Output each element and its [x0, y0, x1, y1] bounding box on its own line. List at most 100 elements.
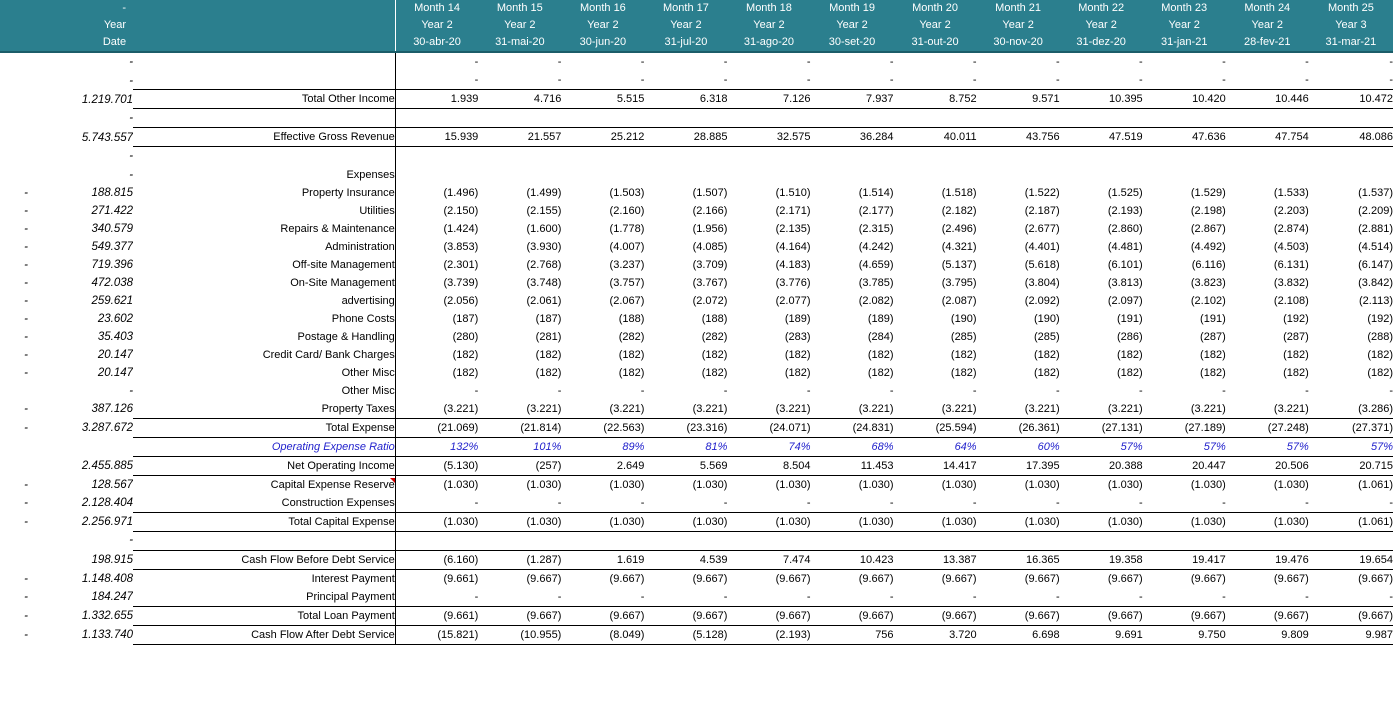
cell-value[interactable]: (1.030) — [727, 511, 811, 532]
table-row[interactable]: 2.455.885 Net Operating Income (5.130) (257… — [0, 455, 1393, 476]
row-year-total[interactable]: 20.147 — [28, 364, 133, 382]
cell-value[interactable]: (9.667) — [727, 569, 811, 588]
cell-value[interactable]: (2.082) — [811, 292, 894, 310]
header-month-8[interactable]: Month 21 — [976, 0, 1060, 17]
cell-value[interactable]: - — [894, 588, 977, 607]
cell-value[interactable]: (4.659) — [811, 256, 894, 274]
cell-value[interactable]: 20.715 — [1308, 455, 1393, 476]
cell-value[interactable]: 756 — [810, 624, 894, 645]
cell-value[interactable] — [727, 166, 810, 184]
cell-value[interactable]: (1.030) — [810, 511, 894, 532]
cell-value[interactable]: (2.135) — [727, 220, 811, 238]
cell-value[interactable]: (3.813) — [1060, 274, 1143, 292]
table-row[interactable]: -35.403 Postage & Handling (280) (281) (282)… — [0, 327, 1393, 346]
row-year-total[interactable]: 1.332.655 — [28, 606, 133, 625]
cell-value[interactable]: 21.557 — [478, 127, 562, 147]
cell-value[interactable]: (1.030) — [893, 511, 977, 532]
cell-value[interactable] — [1060, 109, 1143, 128]
row-year-total[interactable] — [28, 437, 133, 456]
cell-value[interactable] — [644, 166, 727, 184]
cell-value[interactable]: - — [1226, 71, 1309, 90]
cell-value[interactable]: (2.097) — [1060, 292, 1143, 310]
cell-value[interactable]: (2.155) — [478, 202, 562, 220]
cell-value[interactable]: 48.086 — [1308, 127, 1393, 147]
row-year-total[interactable]: 549.377 — [28, 238, 134, 256]
cell-value[interactable]: (5.128) — [644, 624, 728, 645]
cell-value[interactable]: 9.571 — [976, 89, 1060, 109]
table-row[interactable]: -387.126 Property Taxes (3.221) (3.221) (3.2… — [0, 399, 1393, 419]
cell-value[interactable]: (2.496) — [894, 220, 977, 238]
cell-value[interactable]: (22.563) — [561, 417, 645, 438]
cell-value[interactable]: (9.667) — [1309, 569, 1393, 588]
cell-value[interactable]: - — [1309, 588, 1393, 607]
cell-value[interactable]: - — [478, 71, 562, 90]
row-label[interactable]: Property Insurance — [133, 183, 396, 202]
table-row[interactable]: 1.219.701 Total Other Income 1.939 4.716 5.5… — [0, 89, 1393, 109]
cell-value[interactable]: - — [1309, 53, 1393, 71]
cell-value[interactable]: (3.221) — [811, 400, 894, 419]
cell-value[interactable]: (3.221) — [644, 400, 728, 419]
cell-value[interactable]: (3.221) — [977, 400, 1060, 419]
cell-value[interactable]: 13.387 — [893, 549, 977, 570]
cell-value[interactable]: 43.756 — [976, 127, 1060, 147]
cell-value[interactable]: 15.939 — [395, 127, 479, 147]
table-row[interactable]: -1.148.408 Interest Payment (9.661) (9.667)… — [0, 569, 1393, 588]
cell-value[interactable]: (2.171) — [727, 202, 811, 220]
cell-value[interactable]: (2.860) — [1060, 220, 1143, 238]
cell-value[interactable]: (2.301) — [395, 256, 478, 274]
cell-value[interactable]: (4.183) — [727, 256, 811, 274]
cell-value[interactable]: 17.395 — [976, 455, 1060, 476]
cell-value[interactable]: - — [561, 588, 645, 607]
cell-value[interactable]: (6.101) — [1060, 256, 1143, 274]
cell-value[interactable] — [644, 531, 727, 550]
cell-value[interactable]: (1.030) — [1060, 475, 1143, 494]
row-year-total[interactable]: 2.128.404 — [28, 494, 133, 513]
cell-value[interactable]: (4.492) — [1143, 238, 1226, 256]
row-year-total[interactable]: - — [28, 53, 133, 71]
cell-value[interactable]: (2.193) — [727, 624, 811, 645]
cell-value[interactable]: (6.147) — [1309, 256, 1393, 274]
cell-value[interactable]: (1.525) — [1060, 184, 1143, 202]
row-year-total[interactable]: 128.567 — [28, 475, 134, 494]
cell-value[interactable]: (2.108) — [1226, 292, 1309, 310]
cell-value[interactable]: (192) — [1226, 310, 1309, 328]
row-label[interactable]: Total Loan Payment — [133, 605, 396, 626]
row-year-total[interactable]: 340.579 — [28, 220, 134, 238]
cell-value[interactable]: - — [894, 382, 977, 400]
cell-value[interactable]: (182) — [977, 346, 1060, 364]
cell-value[interactable]: (3.709) — [644, 256, 728, 274]
cell-value[interactable]: (9.667) — [810, 605, 894, 626]
cell-value[interactable]: 57% — [1143, 437, 1226, 456]
cell-value[interactable]: (24.071) — [727, 417, 811, 438]
cell-value[interactable]: (187) — [395, 310, 479, 328]
cell-value[interactable]: (2.198) — [1143, 202, 1226, 220]
cell-value[interactable]: 40.011 — [893, 127, 977, 147]
cell-value[interactable]: (9.667) — [977, 569, 1060, 588]
cell-value[interactable]: 9.987 — [1308, 624, 1393, 645]
cell-value[interactable]: (1.030) — [1142, 511, 1226, 532]
cell-value[interactable] — [894, 166, 977, 184]
cell-value[interactable] — [1309, 109, 1393, 128]
cell-value[interactable]: (190) — [894, 310, 977, 328]
table-row[interactable]: -549.377 Administration (3.853) (3.930) (4.0… — [0, 237, 1393, 256]
cell-value[interactable]: (3.842) — [1309, 274, 1393, 292]
table-row[interactable]: Operating Expense Ratio 132% 101% 89% 81% 74%… — [0, 437, 1393, 456]
cell-value[interactable]: (4.321) — [894, 238, 977, 256]
cell-value[interactable]: (3.757) — [561, 274, 645, 292]
cell-value[interactable]: - — [561, 494, 645, 513]
cell-value[interactable]: (6.160) — [395, 549, 479, 570]
cell-value[interactable]: (182) — [727, 364, 811, 382]
cell-value[interactable]: 89% — [561, 437, 644, 456]
cell-value[interactable]: (4.007) — [561, 238, 645, 256]
header-month-7[interactable]: Month 20 — [893, 0, 977, 17]
cell-value[interactable]: (2.166) — [644, 202, 728, 220]
cell-value[interactable]: 74% — [727, 437, 810, 456]
cell-value[interactable]: (9.667) — [976, 605, 1060, 626]
cell-value[interactable]: (1.061) — [1309, 475, 1393, 494]
row-label[interactable]: Interest Payment — [133, 569, 396, 588]
cell-value[interactable]: - — [395, 494, 479, 513]
cell-value[interactable] — [561, 166, 644, 184]
row-label[interactable]: Other Misc — [133, 363, 396, 382]
cell-value[interactable]: - — [977, 382, 1060, 400]
cell-value[interactable]: (1.030) — [478, 475, 562, 494]
